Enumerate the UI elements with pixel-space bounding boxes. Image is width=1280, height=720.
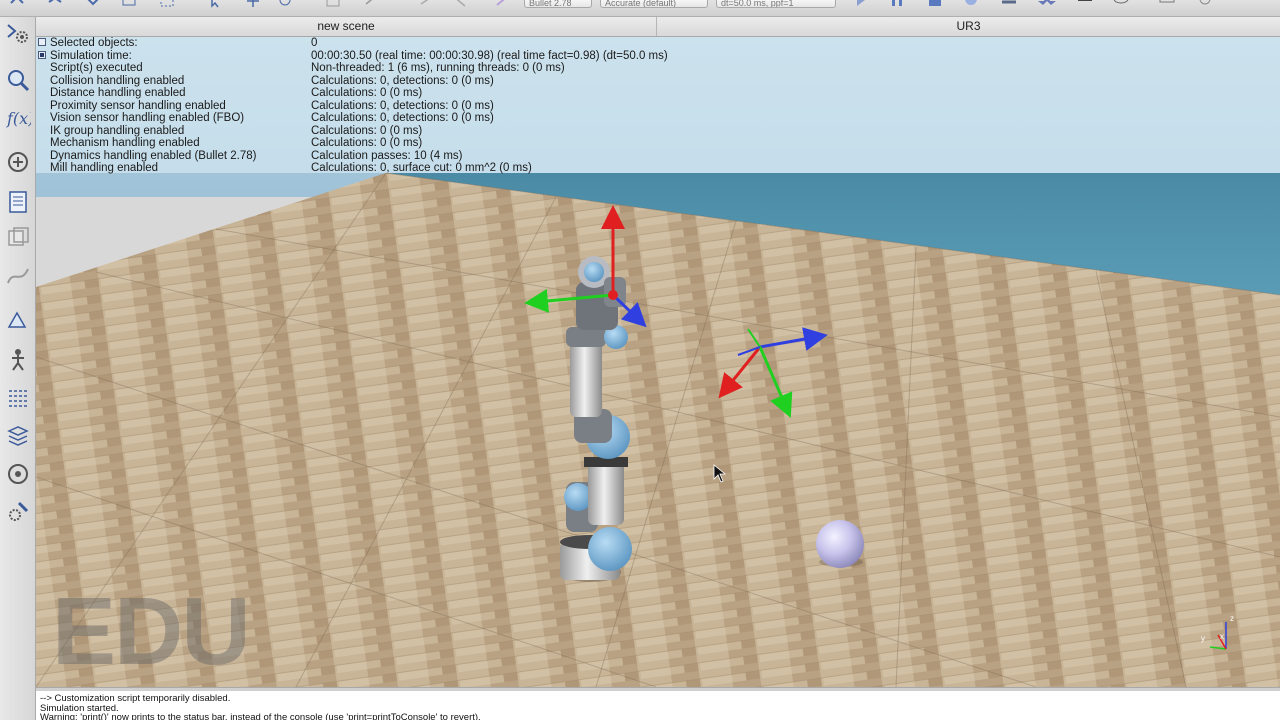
info-value: Calculations: 0 (0 ms) [311, 87, 423, 99]
svg-text:f(x): f(x) [6, 109, 31, 128]
info-row: Simulation time: 00:00:30.50 (real time: … [36, 50, 1280, 63]
move-icon[interactable] [244, 0, 262, 8]
model-browser-icon[interactable] [5, 307, 31, 333]
simulation-info-overlay: Selected objects: 0 Simulation time: 00:00:… [36, 37, 1280, 175]
thread-icon[interactable] [1076, 0, 1094, 8]
video-recorder-icon[interactable] [5, 461, 31, 487]
time-step-select[interactable]: dt=50.0 ms, ppf=1 [716, 0, 836, 8]
select-icon[interactable] [206, 0, 224, 8]
edu-watermark: EDU [52, 578, 251, 685]
path-icon[interactable] [5, 263, 31, 289]
info-row: Vision sensor handling enabled (FBO) Calc… [36, 112, 1280, 125]
layers-icon[interactable] [5, 385, 31, 411]
info-label: Simulation time: [50, 49, 132, 62]
save-icon[interactable] [84, 0, 102, 8]
info-label: Distance handling enabled [50, 87, 186, 99]
fit-icon[interactable] [158, 0, 176, 8]
redo-icon[interactable] [362, 0, 380, 8]
info-label: Mechanism handling enabled [50, 137, 200, 149]
stop-simulation-icon[interactable] [926, 0, 944, 8]
pencil-icon[interactable] [494, 0, 512, 8]
robot-joint-1 [588, 527, 632, 571]
status-console[interactable]: --> Customization script temporarily dis… [36, 691, 1280, 720]
info-label: Selected objects: [50, 37, 138, 49]
tab-ur3[interactable]: UR3 [657, 17, 1280, 36]
page-icon[interactable] [5, 225, 31, 251]
faster-icon[interactable] [1038, 0, 1056, 8]
tab-new-scene[interactable]: new scene [36, 17, 657, 36]
scene-viewport[interactable]: z y x Selected objects: 0 Simulation time:… [36, 37, 1280, 687]
cut-icon[interactable] [450, 0, 468, 8]
new-scene-icon[interactable] [8, 0, 26, 8]
axis-y-label: y [1201, 634, 1205, 643]
info-row: Dynamics handling enabled (Bullet 2.78) C… [36, 150, 1280, 163]
axis-x-label: x [1220, 632, 1224, 641]
info-row: IK group handling enabled Calculations: 0… [36, 125, 1280, 138]
robot-lower-arm [588, 457, 624, 525]
info-value: Calculations: 0 (0 ms) [311, 124, 423, 137]
info-toggle-checkbox[interactable] [38, 50, 46, 59]
open-icon[interactable] [46, 0, 64, 8]
visualize-icon[interactable] [1112, 0, 1130, 8]
info-row: Collision handling enabled Calculations: … [36, 75, 1280, 88]
info-value: Calculation passes: 10 (4 ms) [311, 149, 463, 162]
info-label: Vision sensor handling enabled (FBO) [50, 112, 245, 124]
toggle-view-icon[interactable] [1158, 0, 1176, 8]
info-label: IK group handling enabled [50, 124, 185, 137]
dynamics-accuracy-select[interactable]: Accurate (default) [600, 0, 708, 8]
dynamics-icon[interactable] [418, 0, 436, 8]
settings-icon[interactable] [5, 499, 31, 525]
pause-simulation-icon[interactable] [888, 0, 906, 8]
settings-toolbar-icon[interactable] [1196, 0, 1214, 8]
info-row: Distance handling enabled Calculations: 0… [36, 87, 1280, 100]
robot-icon[interactable] [5, 347, 31, 373]
rotate-icon[interactable] [276, 0, 294, 8]
info-value: Calculations: 0, detections: 0 (0 ms) [311, 99, 494, 112]
physics-engine-select[interactable]: Bullet 2.78 [524, 0, 592, 8]
info-toggle-checkbox[interactable] [38, 38, 46, 46]
info-value: Calculations: 0, surface cut: 0 mm^2 (0 … [311, 162, 532, 174]
info-value: 0 [311, 37, 318, 49]
info-label: Script(s) executed [50, 62, 143, 74]
info-row: Selected objects: 0 [36, 37, 1280, 50]
print-icon[interactable] [120, 0, 138, 8]
undo-icon[interactable] [324, 0, 342, 8]
info-row: Mill handling enabled Calculations: 0, su… [36, 162, 1280, 175]
info-label: Proximity sensor handling enabled [50, 99, 226, 112]
real-time-icon[interactable] [962, 0, 980, 8]
start-simulation-icon[interactable] [852, 0, 870, 8]
camera-pan-icon[interactable] [5, 21, 31, 47]
robot-upper-arm [570, 337, 602, 417]
slower-icon[interactable] [1000, 0, 1018, 8]
info-value: Calculations: 0 (0 ms) [311, 137, 423, 149]
sphere-object [816, 520, 864, 568]
info-label: Mill handling enabled [50, 162, 159, 174]
fit-view-icon[interactable]: f(x) [5, 105, 34, 131]
left-toolbar: f(x) [0, 17, 36, 720]
info-row: Mechanism handling enabled Calculations: … [36, 137, 1280, 150]
zoom-icon[interactable] [5, 67, 31, 93]
info-value: Calculations: 0, detections: 0 (0 ms) [311, 74, 494, 87]
scene-tabs: new scene UR3 [36, 17, 1280, 37]
info-label: Dynamics handling enabled (Bullet 2.78) [50, 149, 257, 162]
info-row: Proximity sensor handling enabled Calcula… [36, 100, 1280, 113]
info-label: Collision handling enabled [50, 74, 185, 87]
assemble-icon[interactable] [5, 423, 31, 449]
axis-z-label: z [1230, 614, 1234, 623]
info-value: Non-threaded: 1 (6 ms), running threads:… [311, 62, 565, 74]
scene-hierarchy-icon[interactable] [5, 189, 31, 215]
main-toolbar: Bullet 2.78 Accurate (default) dt=50.0 m… [0, 0, 1280, 17]
console-line: Warning: 'print()' now prints to the sta… [40, 712, 481, 720]
object-shift-icon[interactable] [5, 149, 31, 175]
info-value: 00:00:30.50 (real time: 00:00:30.98) (re… [311, 49, 668, 62]
info-row: Script(s) executed Non-threaded: 1 (6 ms)… [36, 62, 1280, 75]
info-value: Calculations: 0, detections: 0 (0 ms) [311, 112, 494, 124]
